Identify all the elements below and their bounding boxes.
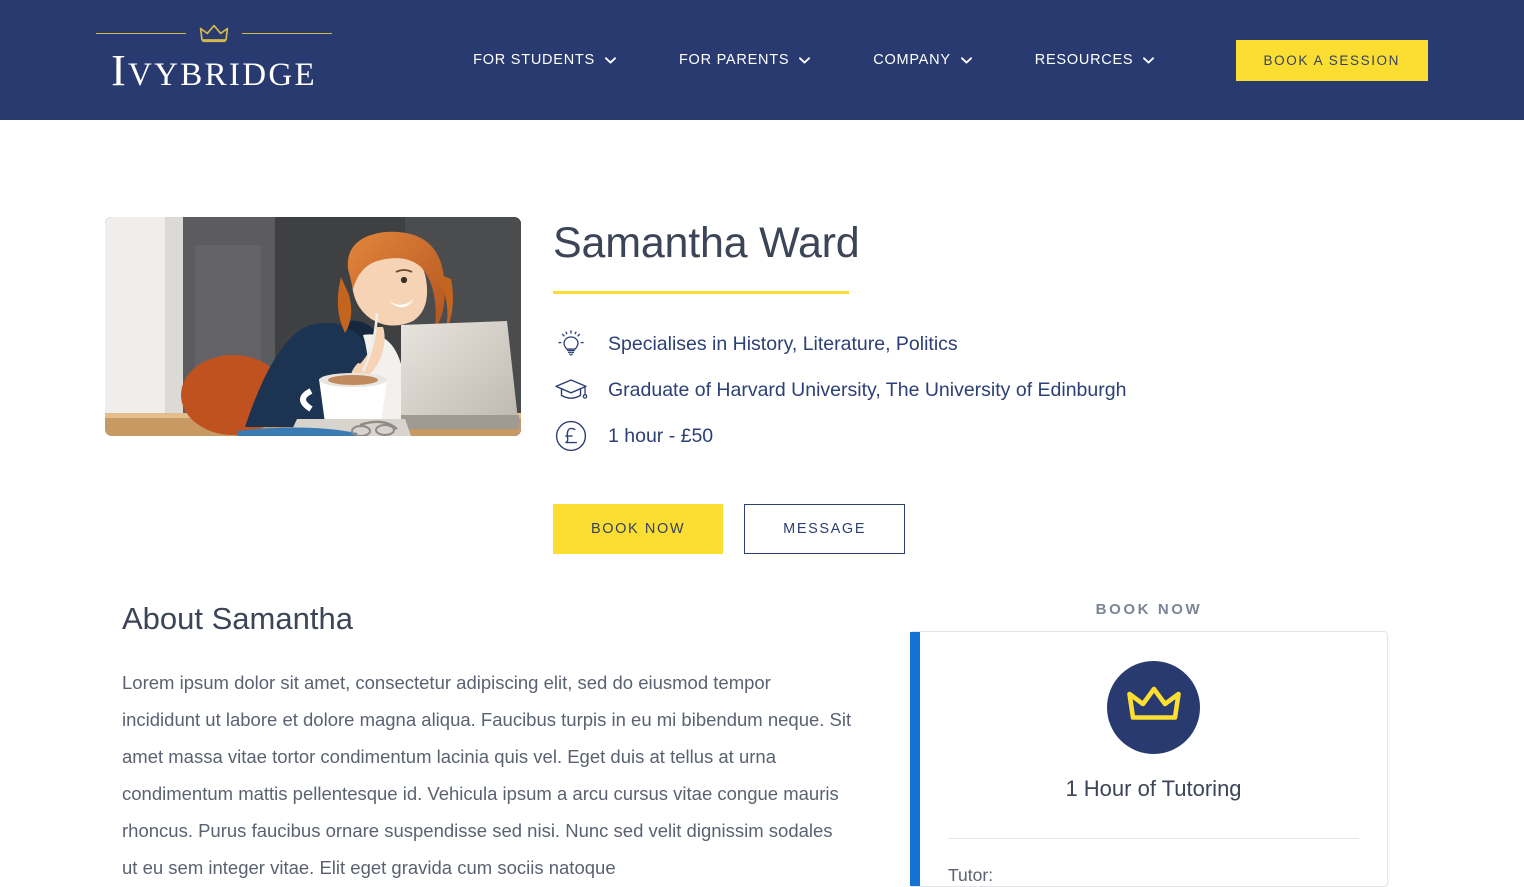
card-accent-bar [910,632,920,887]
tutor-info: Samantha Ward Specialises in History, Li… [553,217,1126,555]
detail-text: 1 hour - £50 [608,424,714,447]
detail-text: Specialises in History, Literature, Poli… [608,332,958,355]
crown-icon [199,24,229,43]
detail-row-specialises: Specialises in History, Literature, Poli… [553,321,1126,367]
brand-name-rest: VYBRIDGE [128,57,317,94]
detail-row-education: Graduate of Harvard University, The Univ… [553,367,1126,413]
chevron-down-icon [799,56,811,64]
chevron-down-icon [960,56,972,64]
chevron-down-icon [1143,56,1155,64]
main-navigation: FOR STUDENTS FOR PARENTS COMPANY RESOURC… [392,52,1236,68]
pound-circle-icon [553,419,589,453]
book-now-button[interactable]: BOOK NOW [553,504,724,555]
detail-row-price: 1 hour - £50 [553,413,1126,459]
name-underline [553,291,849,295]
crest-rule-left [96,33,186,35]
crest-rule-right [242,33,332,35]
tutor-profile-section: Samantha Ward Specialises in History, Li… [0,120,1524,555]
tutor-field-label: Tutor: [948,865,994,886]
brand-logo[interactable]: IVYBRIDGE [96,24,332,95]
booking-card-body: 1 Hour of Tutoring Tutor: [920,632,1387,886]
site-header: IVYBRIDGE FOR STUDENTS FOR PARENTS COMPA… [0,0,1524,120]
tutor-detail-list: Specialises in History, Literature, Poli… [553,321,1126,459]
about-title: About Samantha [122,601,353,637]
nav-item-resources[interactable]: RESOURCES [1035,52,1155,68]
nav-item-for-parents[interactable]: FOR PARENTS [678,52,811,68]
package-title: 1 Hour of Tutoring [1065,776,1242,802]
booking-card[interactable]: 1 Hour of Tutoring Tutor: [910,631,1388,887]
booking-heading: BOOK NOW [1095,601,1203,619]
about-body-text: Lorem ipsum dolor sit amet, consectetur … [122,672,852,879]
brand-name: IVYBRIDGE [111,47,317,95]
tutor-photo [105,217,521,436]
about-and-booking-section: About Samantha Lorem ipsum dolor sit ame… [0,601,1524,887]
nav-item-label: FOR STUDENTS [473,52,595,68]
card-divider [948,838,1359,840]
booking-column: BOOK NOW 1 Hour of Tutoring Tutor: [910,601,1388,887]
crown-badge [1107,661,1200,755]
message-button[interactable]: MESSAGE [744,504,906,555]
nav-item-company[interactable]: COMPANY [873,52,972,68]
graduation-cap-icon [553,376,589,404]
chevron-down-icon [605,56,616,64]
nav-item-label: FOR PARENTS [678,52,790,68]
nav-item-for-students[interactable]: FOR STUDENTS [473,52,616,68]
lightbulb-icon [553,328,589,360]
tutor-name: Samantha Ward [553,219,860,267]
detail-text: Graduate of Harvard University, The Univ… [608,378,1127,401]
about-column: About Samantha Lorem ipsum dolor sit ame… [122,601,862,886]
brand-name-initial: I [111,46,129,96]
crown-icon [1126,685,1182,730]
nav-item-label: RESOURCES [1034,52,1134,68]
book-a-session-button[interactable]: BOOK A SESSION [1235,39,1428,81]
brand-crest [96,24,332,43]
nav-item-label: COMPANY [873,52,951,68]
profile-actions: BOOK NOW MESSAGE [553,504,1126,555]
